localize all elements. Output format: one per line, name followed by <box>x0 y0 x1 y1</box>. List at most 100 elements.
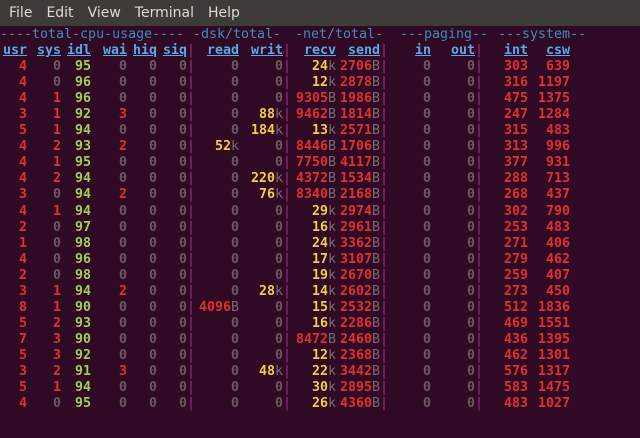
column-separator: | <box>380 299 389 315</box>
cell-sys: 1 <box>52 203 61 219</box>
cell-in: 0 <box>422 235 431 251</box>
cell-idl: 98 <box>74 235 91 251</box>
column-separator: | <box>475 139 484 155</box>
cell-hiq: 0 <box>148 107 157 123</box>
cell-out: 0 <box>466 267 475 283</box>
cell-in: 0 <box>422 283 431 299</box>
cell-int: 259 <box>503 267 528 283</box>
cell-usr: 2 <box>18 267 27 283</box>
menu-edit[interactable]: Edit <box>39 5 80 21</box>
column-separator: | <box>283 363 292 379</box>
cell-recv: 29k <box>311 203 336 219</box>
cell-csw: 1027 <box>537 396 570 412</box>
stats-row: 7 3 90 0 0 0 | 0 0 | 8472B 2460B | 0 0 | 436 1395 <box>0 332 640 348</box>
cell-wai: 0 <box>118 267 127 283</box>
terminal-output[interactable]: ----total-cpu-usage---- -dsk/total- -net… <box>0 26 640 438</box>
cell-hiq: 0 <box>148 299 157 315</box>
cell-read: 0 <box>230 219 239 235</box>
cell-recv: 24k <box>311 59 336 75</box>
cell-writ: 28k <box>258 283 283 299</box>
cell-int: 273 <box>503 283 528 299</box>
cell-out: 0 <box>466 315 475 331</box>
cell-send: 2670B <box>339 267 380 283</box>
cell-usr: 4 <box>18 91 27 107</box>
stats-row: 2 0 98 0 0 0 | 0 0 | 19k 2670B | 0 0 | 259 407 <box>0 268 640 284</box>
cell-usr: 7 <box>18 331 27 347</box>
cell-send: 1986B <box>339 91 380 107</box>
cell-writ: 220k <box>250 171 283 187</box>
cell-recv: 17k <box>311 251 336 267</box>
menu-view[interactable]: View <box>81 5 128 21</box>
cell-send: 4117B <box>339 155 380 171</box>
column-separator: | <box>283 187 292 203</box>
cell-wai: 3 <box>118 107 127 123</box>
stats-row: 3 0 94 2 0 0 | 0 76k | 8340B 2168B | 0 0 | 268 437 <box>0 187 640 203</box>
cell-send: 2706B <box>339 59 380 75</box>
cell-wai: 2 <box>118 187 127 203</box>
menu-file[interactable]: File <box>2 5 39 21</box>
cell-read: 0 <box>230 171 239 187</box>
cell-csw: 790 <box>545 203 570 219</box>
cell-writ: 0 <box>274 267 283 283</box>
cell-out: 0 <box>466 283 475 299</box>
group-header-row: ----total-cpu-usage---- -dsk/total- -net… <box>0 27 640 43</box>
cell-out: 0 <box>466 59 475 75</box>
cell-in: 0 <box>422 363 431 379</box>
column-separator: | <box>283 396 292 412</box>
cell-siq: 0 <box>178 396 187 412</box>
cell-hiq: 0 <box>148 203 157 219</box>
cell-recv: 8472B <box>295 331 336 347</box>
cell-int: 268 <box>503 187 528 203</box>
cell-in: 0 <box>422 219 431 235</box>
cell-hiq: 0 <box>148 91 157 107</box>
column-separator: | <box>475 380 484 396</box>
cell-read: 0 <box>230 91 239 107</box>
column-separator: | <box>187 347 196 363</box>
cell-csw: 1836 <box>537 299 570 315</box>
cell-usr: 4 <box>18 59 27 75</box>
cell-hiq: 0 <box>148 123 157 139</box>
cell-sys: 0 <box>52 59 61 75</box>
column-separator: | <box>475 363 484 379</box>
cell-int: 303 <box>503 59 528 75</box>
column-separator: | <box>475 283 484 299</box>
cell-hiq: 0 <box>148 155 157 171</box>
cell-csw: 1395 <box>537 331 570 347</box>
cell-wai: 0 <box>118 171 127 187</box>
cell-send: 1814B <box>339 107 380 123</box>
column-separator: | <box>283 283 292 299</box>
column-separator: | <box>283 380 292 396</box>
cell-read: 0 <box>230 187 239 203</box>
column-separator: | <box>283 331 292 347</box>
cell-read: 4096B <box>198 299 239 315</box>
stats-row: 4 1 95 0 0 0 | 0 0 | 7750B 4117B | 0 0 | 377 931 <box>0 155 640 171</box>
cell-idl: 94 <box>74 171 91 187</box>
cell-out: 0 <box>466 396 475 412</box>
column-separator: | <box>380 187 389 203</box>
cell-send: 2532B <box>339 299 380 315</box>
column-separator: | <box>187 123 196 139</box>
cell-in: 0 <box>422 396 431 412</box>
cell-read: 0 <box>230 155 239 171</box>
cell-wai: 0 <box>118 315 127 331</box>
column-separator: | <box>283 139 292 155</box>
column-separator: | <box>475 155 484 171</box>
stats-row: 4 2 93 2 0 0 | 52k 0 | 8446B 1706B | 0 0 | 313 996 <box>0 139 640 155</box>
column-separator: | <box>475 91 484 107</box>
cell-read: 0 <box>230 331 239 347</box>
column-separator: | <box>283 235 292 251</box>
cell-sys: 0 <box>52 187 61 203</box>
menu-terminal[interactable]: Terminal <box>128 5 201 21</box>
column-separator: | <box>380 283 389 299</box>
cell-idl: 94 <box>74 203 91 219</box>
cell-wai: 2 <box>118 283 127 299</box>
cell-out: 0 <box>466 251 475 267</box>
cell-hiq: 0 <box>148 315 157 331</box>
cell-in: 0 <box>422 75 431 91</box>
cell-sys: 0 <box>52 235 61 251</box>
cell-siq: 0 <box>178 139 187 155</box>
cell-int: 512 <box>503 299 528 315</box>
cell-out: 0 <box>466 91 475 107</box>
column-separator: | <box>283 315 292 331</box>
menu-help[interactable]: Help <box>201 5 247 21</box>
